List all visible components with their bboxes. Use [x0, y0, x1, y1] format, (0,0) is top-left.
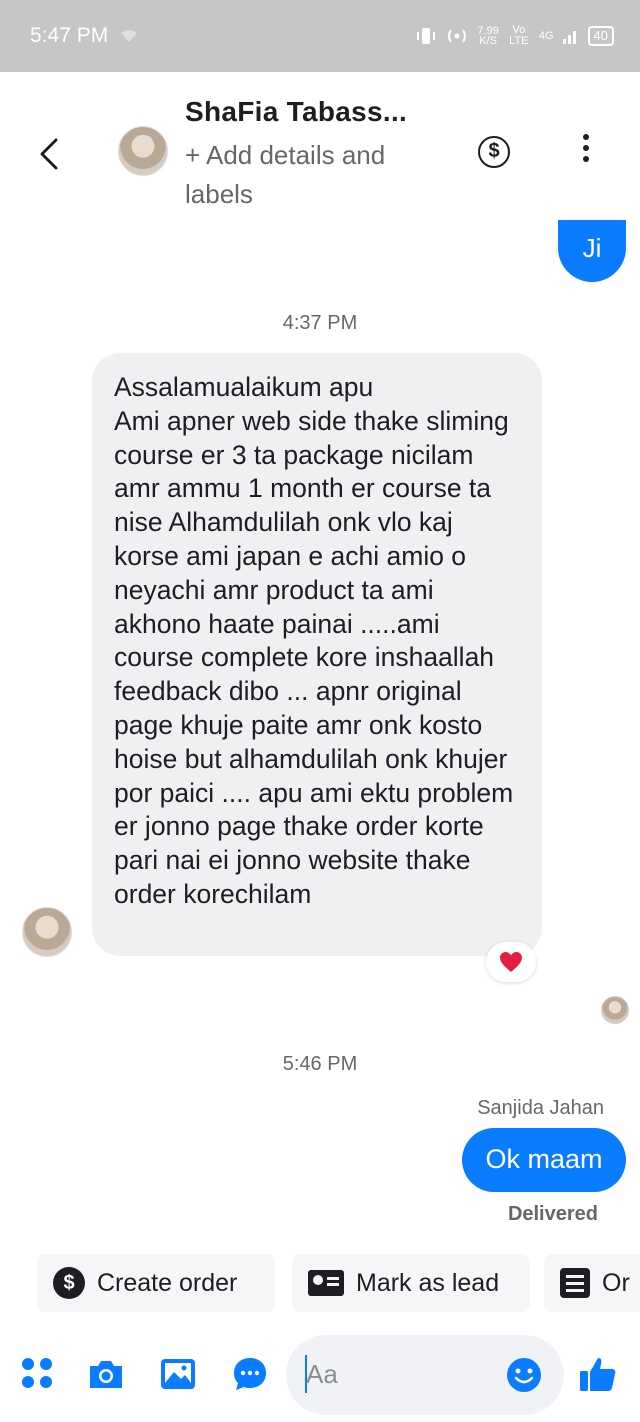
message-composer: Aa [0, 1330, 640, 1422]
apps-icon[interactable] [18, 1354, 58, 1394]
quick-actions-bar: $ Create order Mark as lead Or [0, 1254, 640, 1314]
more-options-icon[interactable] [576, 134, 596, 168]
network-type: 4G [538, 30, 554, 42]
contact-card-icon [308, 1270, 344, 1296]
status-right: 7.99 K/S Vo LTE 4G 40 [415, 25, 614, 47]
outgoing-message[interactable]: Ji [558, 220, 626, 282]
outgoing-message[interactable]: Ok maam [462, 1128, 626, 1192]
battery-indicator: 40 [587, 26, 614, 46]
create-order-chip[interactable]: $ Create order [37, 1254, 275, 1312]
status-bar: 5:47 PM 7.99 K/S Vo LTE 4G 40 [0, 0, 640, 72]
emoji-icon[interactable] [506, 1357, 542, 1393]
list-icon [560, 1268, 590, 1298]
dollar-icon: $ [53, 1267, 85, 1299]
back-arrow-icon[interactable] [30, 134, 70, 174]
chip-label: Mark as lead [356, 1268, 500, 1297]
gallery-icon[interactable] [158, 1354, 198, 1394]
message-input-placeholder: Aa [306, 1359, 338, 1389]
heart-reaction-icon[interactable] [486, 942, 536, 982]
delivery-status: Delivered [507, 1203, 598, 1225]
contact-avatar[interactable] [118, 126, 168, 176]
chat-bubble-icon[interactable] [230, 1354, 270, 1394]
hotspot-icon [448, 29, 467, 43]
vibrate-icon [417, 28, 436, 44]
message-input[interactable]: Aa [286, 1335, 564, 1415]
contact-name[interactable]: ShaFia Tabass... [185, 96, 407, 128]
signal-icon [562, 31, 576, 44]
wifi-icon [121, 30, 138, 42]
volte-label: Vo LTE [509, 24, 529, 47]
speed-unit: K/S [479, 35, 497, 47]
camera-icon[interactable] [86, 1354, 126, 1394]
thumbs-up-icon[interactable] [578, 1354, 618, 1394]
net-speed: 7.99 K/S [477, 26, 498, 47]
sender-avatar[interactable] [22, 907, 72, 957]
payment-button[interactable]: $ [478, 136, 510, 168]
order-chip[interactable]: Or [544, 1254, 640, 1312]
message-timestamp: 4:37 PM [282, 312, 358, 334]
status-left: 5:47 PM [30, 24, 138, 48]
chip-label: Create order [97, 1268, 238, 1297]
conversation-header: ShaFia Tabass... + Add details and label… [0, 72, 640, 222]
message-timestamp: 5:46 PM [282, 1053, 358, 1075]
incoming-message[interactable]: Assalamualaikum apu Ami apner web side t… [92, 353, 542, 956]
read-receipt-avatar [601, 996, 629, 1024]
add-details-link[interactable]: + Add details and labels [185, 136, 435, 214]
sender-name: Sanjida Jahan [477, 1097, 604, 1119]
status-time: 5:47 PM [30, 24, 109, 47]
mark-as-lead-chip[interactable]: Mark as lead [292, 1254, 530, 1312]
chip-label: Or [602, 1268, 630, 1297]
